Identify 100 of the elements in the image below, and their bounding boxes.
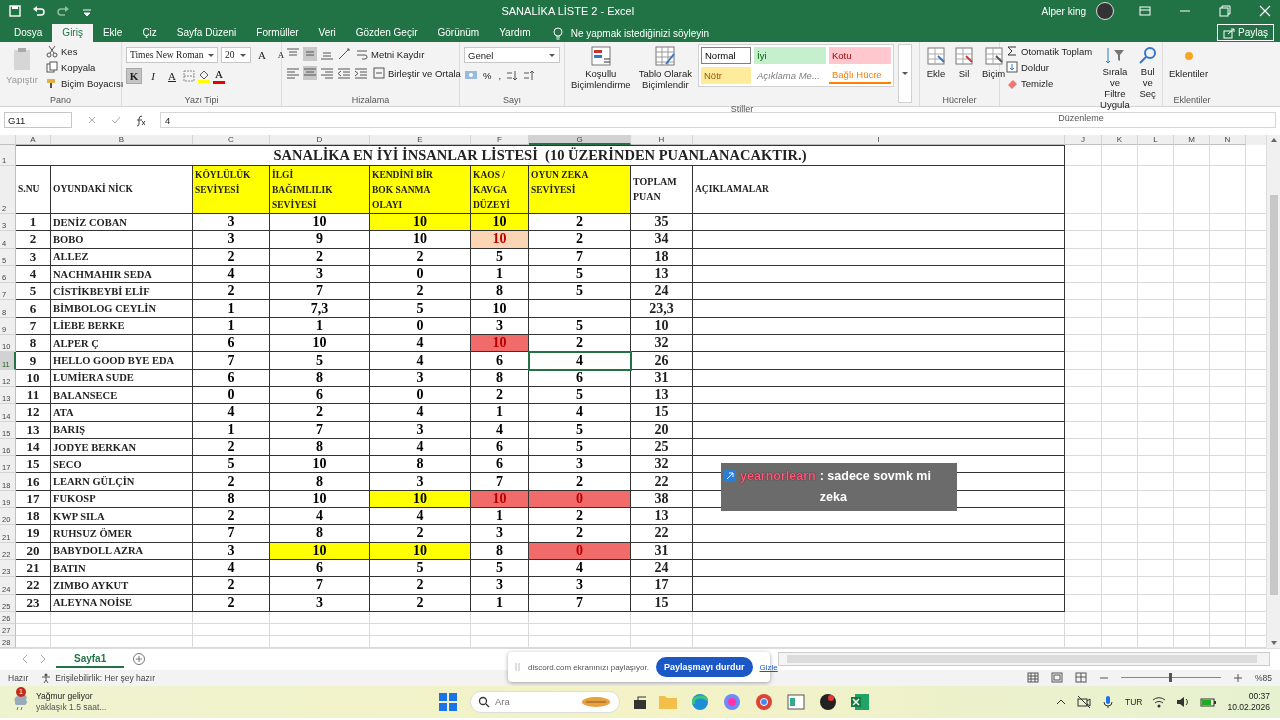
ribbon-tab[interactable]: Yardım	[489, 24, 541, 42]
increase-font-button[interactable]: A	[254, 47, 270, 63]
sheet-prev-icon[interactable]	[20, 653, 30, 666]
page-layout-icon[interactable]	[1051, 672, 1063, 684]
number-format-dropdown[interactable]: Genel	[464, 47, 560, 63]
ribbon-tab[interactable]: Çiz	[132, 24, 167, 42]
copy-button[interactable]: Kopyala	[44, 60, 98, 74]
accessibility-icon[interactable]	[40, 671, 53, 684]
spreadsheet-icon[interactable]	[850, 691, 870, 712]
undo-icon[interactable]	[32, 4, 46, 18]
align-center-icon[interactable]	[303, 66, 317, 80]
conditional-formatting-button[interactable]: Koşullu Biçimlendirme	[569, 44, 633, 92]
orientation-icon[interactable]	[337, 47, 351, 61]
format-painter-button[interactable]: Biçim Boyacısı	[44, 76, 126, 90]
indent-increase-icon[interactable]	[354, 66, 368, 80]
user-name[interactable]: Alper king	[1041, 5, 1086, 17]
keyboard-language[interactable]: TUR	[1124, 696, 1143, 707]
align-left-icon[interactable]	[286, 66, 300, 80]
clock-date[interactable]: 10.02.2026	[1227, 701, 1270, 713]
insert-cells-button[interactable]: Ekle	[924, 44, 948, 81]
sort-filter-button[interactable]: Sırala ve Filtre Uygula	[1098, 44, 1132, 112]
ribbon-tab[interactable]: Görünüm	[427, 24, 490, 42]
sheet-next-icon[interactable]	[38, 653, 48, 666]
ribbon-display-icon[interactable]	[1138, 4, 1152, 18]
font-family-dropdown[interactable]: Times New Roman	[126, 47, 218, 63]
clock-time[interactable]: 00:37	[1248, 690, 1270, 702]
drag-handle-icon[interactable]	[514, 661, 521, 673]
zoom-thumb[interactable]	[1169, 673, 1173, 683]
ribbon-tab[interactable]: Dosya	[4, 24, 53, 42]
ribbon-tab[interactable]: Giriş	[52, 24, 93, 42]
hide-link[interactable]: Gizle	[759, 662, 778, 672]
column-header[interactable]: J	[1065, 135, 1102, 145]
save-icon[interactable]	[8, 4, 22, 18]
cell-style[interactable]: İyi	[754, 47, 826, 64]
column-header[interactable]: F	[471, 135, 529, 145]
align-middle-icon[interactable]	[303, 47, 317, 61]
stop-sharing-button[interactable]: Paylaşmayı durdur	[655, 657, 753, 677]
vertical-scrollbar[interactable]	[1266, 135, 1280, 648]
find-select-button[interactable]: Bul ve Seç	[1135, 44, 1160, 101]
page-break-icon[interactable]	[1075, 672, 1087, 684]
column-header[interactable]: K	[1102, 135, 1138, 145]
cut-button[interactable]: Kes	[44, 44, 80, 58]
font-color-button[interactable]: A	[213, 68, 225, 84]
camera-off-icon[interactable]	[1076, 694, 1091, 709]
column-header[interactable]: E	[370, 135, 471, 145]
column-header[interactable]: A	[16, 135, 51, 145]
name-box[interactable]: G11	[4, 112, 72, 128]
format-button[interactable]: A	[164, 68, 180, 84]
column-header[interactable]: D	[270, 135, 370, 145]
redo-icon[interactable]	[56, 4, 70, 18]
cell-style[interactable]: Normal	[701, 47, 751, 64]
ribbon-tab[interactable]: Veri	[308, 24, 346, 42]
merge-center-button[interactable]: Birleştir ve Ortala	[371, 66, 463, 80]
weather-title[interactable]: Yağmur geliyor	[36, 690, 107, 702]
font-size-dropdown[interactable]: 20	[221, 47, 251, 63]
app-circle-icon[interactable]	[818, 691, 838, 712]
cell-style[interactable]: Kotu	[829, 47, 891, 64]
delete-cells-button[interactable]: Sil	[952, 44, 976, 81]
close-icon[interactable]	[1258, 4, 1272, 18]
ribbon-tab[interactable]: Ekle	[92, 24, 133, 42]
normal-view-icon[interactable]	[1027, 672, 1039, 684]
insert-function-icon[interactable]	[134, 113, 146, 127]
format-button[interactable]: K	[126, 68, 142, 84]
browser-icon[interactable]	[690, 691, 710, 712]
fill-color-icon[interactable]	[198, 69, 210, 83]
cancel-icon[interactable]	[86, 114, 98, 126]
task-view-icon[interactable]	[632, 694, 646, 709]
speaker-icon[interactable]	[1176, 694, 1191, 709]
indent-decrease-icon[interactable]	[337, 66, 351, 80]
wrap-text-button[interactable]: Metni Kaydır	[354, 47, 427, 61]
lightbulb-icon[interactable]	[550, 26, 565, 40]
share-button[interactable]: Paylaş	[1217, 24, 1274, 41]
column-header[interactable]: N	[1210, 135, 1246, 145]
add-ins-button[interactable]: Eklentiler	[1167, 44, 1211, 81]
column-header[interactable]: G	[529, 135, 631, 145]
ribbon-tab[interactable]: Sayfa Düzeni	[166, 24, 247, 42]
restore-icon[interactable]	[1218, 4, 1232, 18]
format-as-table-button[interactable]: Tablo Olarak Biçimlendir	[636, 44, 694, 92]
user-avatar[interactable]	[1096, 2, 1114, 20]
zoom-in-icon[interactable]	[1233, 672, 1243, 683]
cell-style[interactable]: Nötr	[701, 67, 751, 84]
add-sheet-icon[interactable]	[132, 652, 147, 667]
microphone-icon[interactable]	[1100, 694, 1115, 709]
comma-button[interactable]: ,	[496, 68, 504, 82]
start-icon[interactable]	[438, 691, 458, 712]
column-header[interactable]: H	[631, 135, 693, 145]
zoom-level[interactable]: %85	[1255, 672, 1272, 683]
column-header[interactable]: L	[1138, 135, 1174, 145]
ribbon-tab[interactable]: Gözden Geçir	[345, 24, 428, 42]
round-browser-icon[interactable]	[754, 691, 774, 712]
column-header[interactable]: B	[51, 135, 193, 145]
column-header[interactable]: I	[693, 135, 1065, 145]
tell-me-field[interactable]: Ne yapmak istediğinizi söyleyin	[570, 27, 710, 39]
decrease-font-button[interactable]: A	[273, 47, 289, 63]
swirl-icon[interactable]	[722, 691, 742, 712]
accessibility-status[interactable]: Erişilebilirlik: Her şey hazır	[55, 672, 155, 683]
ribbon-tab[interactable]: Formüller	[246, 24, 309, 42]
align-right-icon[interactable]	[320, 66, 334, 80]
window-icon[interactable]	[786, 691, 806, 712]
column-header[interactable]: C	[193, 135, 270, 145]
